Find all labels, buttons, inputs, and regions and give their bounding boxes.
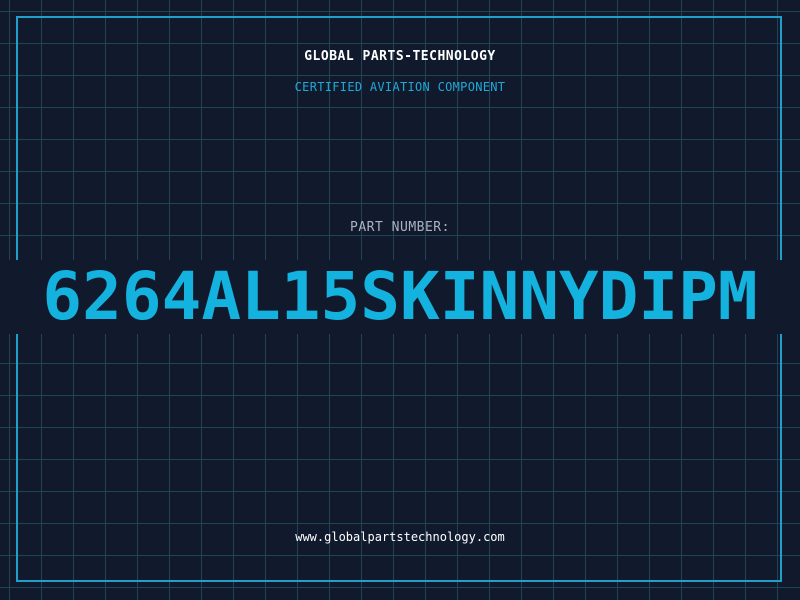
certification-subtitle: CERTIFIED AVIATION COMPONENT — [294, 80, 506, 94]
part-number-label: PART NUMBER: — [350, 220, 450, 235]
company-name: GLOBAL PARTS-TECHNOLOGY — [304, 49, 496, 64]
part-number-value: 6264AL15SKINNYDIPM — [42, 260, 758, 334]
part-number-band: 6264AL15SKINNYDIPM — [0, 260, 800, 334]
website-link[interactable]: www.globalpartstechnology.com — [0, 530, 800, 544]
